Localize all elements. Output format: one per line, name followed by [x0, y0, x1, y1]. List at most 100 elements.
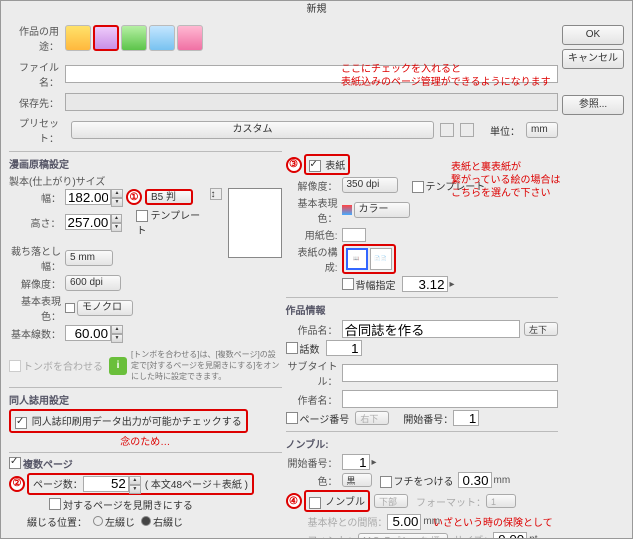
bind-left-radio[interactable] [93, 516, 103, 526]
pages-input[interactable] [83, 476, 129, 492]
resolution-select-left[interactable]: 600 dpi [65, 275, 121, 291]
height-label: 高さ： [9, 215, 65, 230]
cover-struct-spread[interactable]: 📖 [346, 248, 368, 270]
nombre-label: ノンブル [325, 497, 365, 508]
info-icon: i [109, 357, 127, 375]
author-input[interactable] [342, 390, 559, 408]
template-checkbox-left[interactable] [136, 210, 148, 222]
spine-checkbox[interactable] [342, 278, 354, 290]
browse-button[interactable]: 参照... [562, 95, 624, 115]
width-label: 幅： [9, 190, 65, 205]
spine-arrow-icon: ▸ [448, 279, 455, 290]
doujin-check-label: 同人誌印刷用データ出力が可能かチェックする [32, 417, 242, 428]
preset-delete-icon[interactable] [460, 123, 474, 137]
startnum-label: 開始番号： [403, 411, 453, 426]
cover-checkbox[interactable] [309, 160, 321, 172]
edge-input[interactable] [458, 472, 492, 488]
cover-struct-separate[interactable]: 📄📄 [370, 248, 392, 270]
pages-spinner[interactable]: ▲▼ [129, 476, 141, 492]
dialog-title: 新規 [1, 1, 632, 19]
baseline-spinner[interactable]: ▲▼ [111, 325, 123, 341]
resolution-select-right[interactable]: 350 dpi [342, 177, 398, 193]
fontsize-input[interactable] [493, 532, 527, 538]
font-select[interactable]: ＭＳ Ｐゴシック 標準 [358, 533, 448, 538]
finish-size-label: 製本(仕上がり)サイズ [9, 173, 282, 188]
workname-input[interactable] [342, 320, 521, 338]
purpose-icon-1[interactable] [65, 25, 91, 51]
format-select[interactable]: 1 [486, 494, 516, 508]
format-label: フォーマット： [416, 494, 486, 509]
width-spinner[interactable]: ▲▼ [111, 189, 123, 205]
nombre-color-select[interactable]: 黒 [342, 473, 372, 487]
width-input[interactable] [65, 189, 111, 205]
left-section-title: 漫画原稿設定 [9, 156, 282, 171]
template-checkbox-right[interactable] [412, 181, 424, 193]
baseline-label: 基本線数： [9, 326, 65, 341]
colormode-select-left[interactable]: モノクロ [77, 300, 133, 316]
filename-input[interactable] [65, 65, 558, 83]
workinfo-title: 作品情報 [286, 302, 559, 317]
pagenum-label: ページ番号 [300, 411, 350, 426]
preset-save-icon[interactable] [440, 123, 454, 137]
spine-input[interactable] [402, 276, 448, 292]
episode-checkbox[interactable] [286, 342, 298, 354]
purpose-label: 作品の用途： [9, 23, 65, 53]
height-spinner[interactable]: ▲▼ [111, 214, 123, 230]
marker-2: ② [9, 476, 25, 492]
pages-note: ( 本文48ページ＋表紙 ) [145, 476, 248, 491]
purpose-icon-5[interactable] [177, 25, 203, 51]
bind-right-radio[interactable] [141, 516, 151, 526]
purpose-icon-4[interactable] [149, 25, 175, 51]
fontsize-label: サイズ： [454, 532, 494, 538]
papercolor-swatch[interactable] [342, 228, 366, 242]
cover-struct-label: 表紙の構成: [286, 244, 342, 274]
purpose-icons [65, 25, 203, 51]
unit-label: 単位： [490, 123, 520, 138]
papercolor-label: 用紙色: [286, 227, 342, 242]
doujin-note: 念のため… [9, 433, 282, 448]
paper-size-select[interactable]: B5 判 [145, 189, 193, 205]
combine-marks-checkbox [9, 360, 21, 372]
pagenum-pos-select[interactable]: 右下 [355, 411, 389, 425]
marker-3: ③ [286, 157, 302, 173]
savepath-display [65, 93, 558, 111]
color-swatch-icon [342, 205, 352, 215]
multipage-checkbox[interactable] [9, 457, 21, 469]
nombre-arrow-icon: ▸ [370, 457, 377, 468]
subtitle-input[interactable] [342, 364, 559, 382]
template-label-right: テンプレート [426, 182, 486, 193]
purpose-icon-3[interactable] [121, 25, 147, 51]
workname-pos-select[interactable]: 左下 [524, 322, 558, 336]
preset-select[interactable]: カスタム [71, 121, 434, 139]
startnum-input[interactable] [453, 410, 479, 426]
unit-select[interactable]: mm [526, 122, 558, 138]
nombre-start-input[interactable] [342, 454, 370, 470]
colormode-label-left: 基本表現色： [9, 293, 65, 323]
height-input[interactable] [65, 214, 111, 230]
bleed-select[interactable]: 5 mm [65, 250, 113, 266]
edge-unit: mm [492, 475, 511, 486]
swap-wh-icon[interactable]: ↕ [210, 188, 222, 200]
nombre-pos-select[interactable]: 下部 [374, 494, 408, 508]
episode-input[interactable] [326, 340, 362, 356]
cancel-button[interactable]: キャンセル [562, 49, 624, 69]
nombre-checkbox[interactable] [309, 497, 321, 509]
colormode-select-right[interactable]: カラー [354, 202, 410, 218]
ok-button[interactable]: OK [562, 25, 624, 45]
nombre-color-label: 色： [286, 473, 342, 488]
bind-left-label: 左綴じ [105, 518, 135, 529]
baseline-input[interactable] [65, 325, 111, 341]
page-preview [228, 188, 282, 258]
episode-label: 話数 [300, 341, 320, 356]
edge-checkbox[interactable] [380, 476, 392, 488]
gap-input[interactable] [387, 514, 421, 530]
gap-label: 基本枠との間隔： [308, 514, 388, 529]
workname-label: 作品名： [286, 322, 342, 337]
doujin-check[interactable] [15, 417, 27, 429]
combine-marks-label: トンボを合わせる [23, 358, 103, 373]
bind-right-label: 右綴じ [153, 518, 183, 529]
facing-checkbox[interactable] [49, 498, 61, 510]
purpose-icon-2-selected[interactable] [93, 25, 119, 51]
pagenum-checkbox[interactable] [286, 412, 298, 424]
bind-label: 綴じる位置： [27, 514, 87, 529]
